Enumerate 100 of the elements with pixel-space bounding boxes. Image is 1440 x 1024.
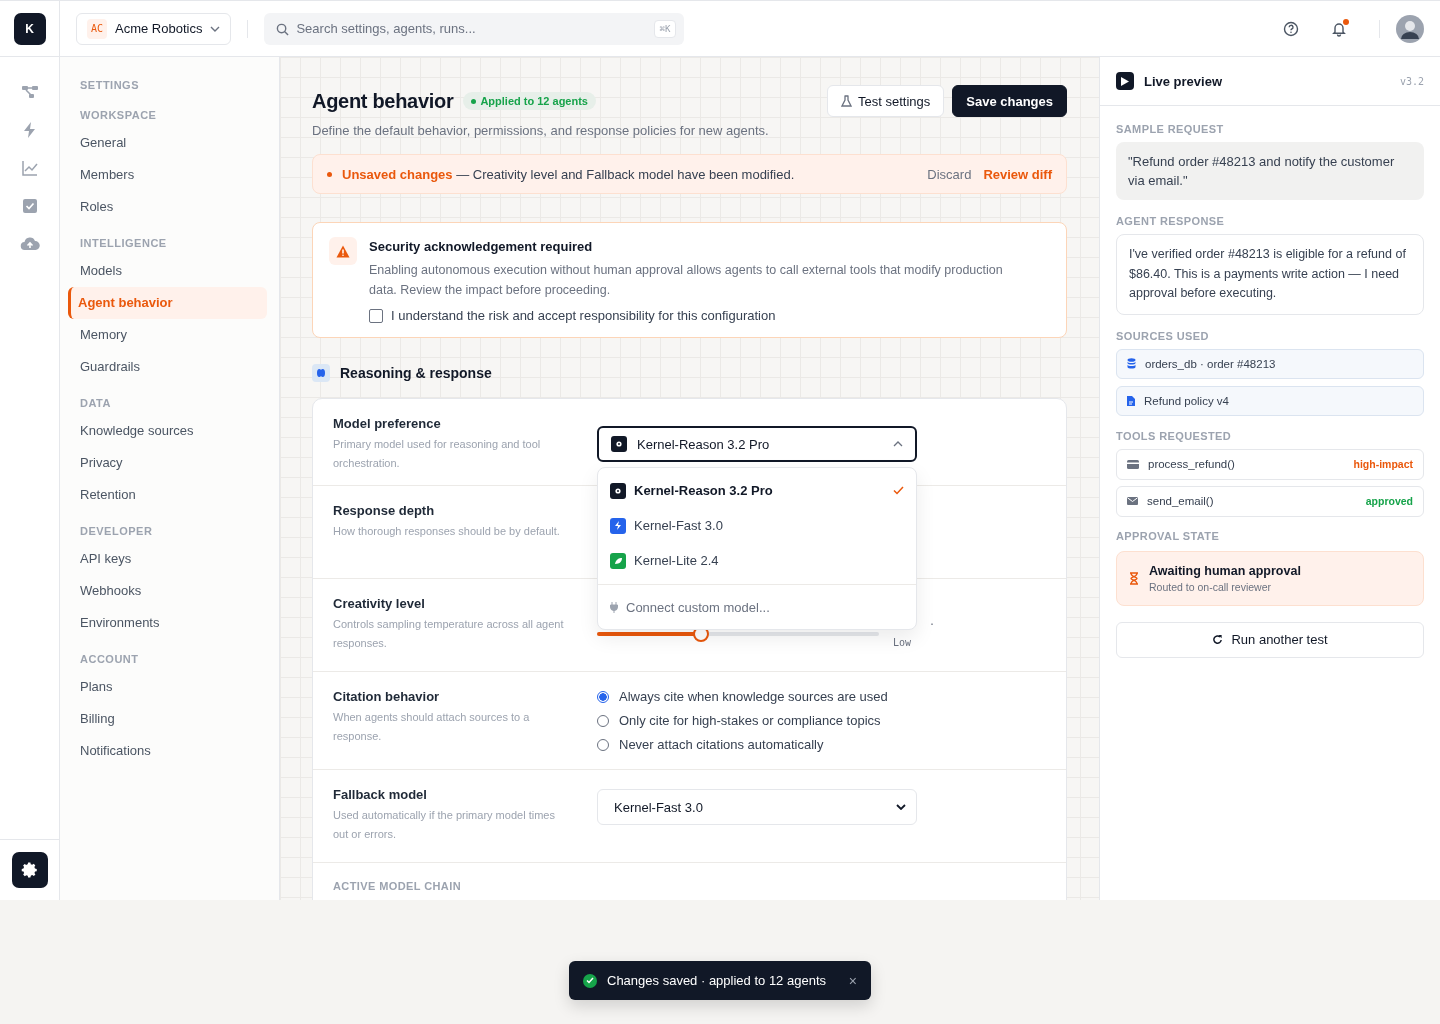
save-button[interactable]: Save changes: [952, 85, 1067, 117]
radio-label: Always cite when knowledge sources are used: [619, 689, 888, 704]
setting-label: Fallback model: [333, 787, 428, 802]
setting-label: Citation behavior: [333, 689, 441, 704]
document-icon: [1127, 395, 1135, 406]
nav-item[interactable]: Retention: [72, 479, 267, 511]
notification-bell-icon[interactable]: [1331, 20, 1347, 37]
setting-label: Response depth: [333, 503, 436, 518]
toast-message: Changes saved · applied to 12 agents: [607, 973, 827, 988]
panel-title: Live preview: [1144, 73, 1223, 89]
help-icon[interactable]: [1283, 20, 1299, 37]
page-subtitle: Define the default behavior, permissions, and response policies for new agents.: [312, 123, 770, 138]
agent-response: I've verified order #48213 is eligible for a refund of $86.40. This is a payments write action — I need approval before executing.: [1116, 234, 1424, 315]
warning-text: Enabling autonomous execution without human approval allows agents to call external tools that modify production data. Review the impact before proceeding.: [369, 262, 1004, 299]
source-label: Refund policy v4: [1144, 394, 1230, 407]
radio-label: Never attach citations automatically: [619, 737, 824, 752]
source-label: orders_db · order #48213: [1145, 357, 1276, 370]
tool-status: approved: [1365, 495, 1413, 507]
refresh-icon: [1212, 634, 1224, 645]
model-option[interactable]: Kernel-Fast 3.0: [598, 508, 916, 543]
run-test-button[interactable]: Run another test: [1116, 621, 1424, 658]
credit-card-icon: [1127, 459, 1139, 469]
nav-item[interactable]: Models: [72, 255, 267, 287]
mail-icon: [1127, 497, 1138, 505]
nav-heading: SETTINGS: [79, 79, 140, 91]
test-button[interactable]: Test settings: [827, 85, 945, 117]
chevron-down-icon: [210, 25, 221, 32]
gear-icon: [20, 861, 39, 879]
panel-section-title: APPROVAL STATE: [1116, 529, 1221, 542]
model-option[interactable]: Kernel-Lite 2.4: [598, 543, 916, 578]
nav-section-title: INTELLIGENCE: [79, 237, 168, 249]
nav-item[interactable]: Privacy: [72, 447, 267, 479]
workspace-switcher[interactable]: AC Acme Robotics: [76, 12, 232, 45]
sample-request: "Refund order #48213 and notify the customer via email.": [1116, 142, 1424, 200]
nav-item[interactable]: API keys: [72, 543, 267, 575]
setting-label: Creativity level: [333, 596, 426, 611]
discard-link[interactable]: Discard: [927, 166, 972, 182]
nav-item[interactable]: Roles: [72, 191, 267, 223]
nav-item[interactable]: Memory: [72, 319, 267, 351]
chain-heading: ACTIVE MODEL CHAIN: [333, 880, 461, 892]
user-avatar[interactable]: [1396, 14, 1424, 43]
page-title: Agent behavior: [312, 89, 454, 113]
setting-label: Model preference: [333, 416, 442, 431]
checkbox[interactable]: [369, 308, 383, 323]
approval-title: Awaiting human approval: [1149, 563, 1301, 578]
success-icon: [583, 973, 597, 988]
approval-text: Routed to on-call reviewer: [1149, 580, 1272, 593]
tool-name: process_refund(): [1148, 458, 1235, 470]
radio-label: Only cite for high-stakes or compliance topics: [619, 713, 881, 728]
chip-icon: [611, 436, 627, 452]
chevron-down-icon: [896, 804, 906, 810]
nav-section-title: DATA: [79, 397, 112, 409]
nav-item[interactable]: Knowledge sources: [72, 415, 267, 447]
status-badge: Applied to 12 agents: [463, 92, 596, 110]
nav-item[interactable]: General: [72, 127, 267, 159]
settings-button[interactable]: [11, 852, 48, 888]
panel-section-title: SOURCES USED: [1116, 329, 1210, 342]
nav-section-title: WORKSPACE: [79, 109, 158, 121]
setting-hint: How thorough responses should be by default.: [333, 524, 561, 539]
connect-model-label: Connect custom model...: [626, 599, 770, 615]
panel-section-title: SAMPLE REQUEST: [1116, 123, 1225, 135]
checkbox-label: I understand the risk and accept responsibility for this configuration: [391, 308, 776, 323]
app-logo[interactable]: K: [13, 12, 46, 45]
plug-icon: [610, 601, 618, 613]
nav-item[interactable]: Plans: [72, 671, 267, 703]
nav-item[interactable]: Members: [72, 159, 267, 191]
cloud-icon[interactable]: [19, 235, 40, 253]
search-icon: [276, 22, 290, 36]
nav-item[interactable]: Guardrails: [72, 351, 267, 383]
source-item[interactable]: Refund policy v4: [1116, 385, 1424, 416]
model-option[interactable]: Kernel-Reason 3.2 Pro: [598, 473, 916, 508]
chart-icon[interactable]: [19, 159, 40, 177]
setting-hint: Primary model used for reasoning and tool orchestration.: [333, 437, 542, 471]
close-button[interactable]: ×: [848, 972, 857, 989]
model-select[interactable]: Kernel-Reason 3.2 Pro: [597, 426, 917, 462]
panel-section-title: TOOLS REQUESTED: [1116, 429, 1233, 442]
tool-name: send_email(): [1147, 495, 1214, 507]
fallback-select[interactable]: Kernel-Fast 3.0: [597, 789, 917, 825]
nav-item[interactable]: Billing: [72, 703, 267, 735]
tool-status: high-impact: [1353, 458, 1413, 470]
flow-icon[interactable]: [19, 83, 40, 101]
nav-section-title: DEVELOPER: [79, 525, 154, 537]
flask-icon: [841, 95, 852, 107]
nav-item[interactable]: Environments: [72, 607, 267, 639]
slider-value-label: Low: [893, 636, 912, 650]
warning-icon: [329, 237, 357, 265]
brain-icon: [312, 364, 330, 382]
connect-model-option[interactable]: Connect custom model...: [598, 584, 916, 629]
nav-item[interactable]: Notifications: [72, 735, 267, 767]
source-item[interactable]: orders_db · order #48213: [1116, 348, 1424, 379]
hourglass-icon: [1129, 571, 1139, 585]
version-label: v3.2: [1399, 75, 1424, 87]
play-icon: [1116, 72, 1134, 90]
setting-hint: When agents should attach sources to a response.: [333, 710, 531, 744]
nav-item[interactable]: Webhooks: [72, 575, 267, 607]
leaf-icon: [610, 552, 626, 569]
radio-button[interactable]: [597, 690, 609, 703]
alert-message: Unsaved changes — Creativity level and Fallback model have been modified.: [342, 166, 795, 182]
setting-hint: Used automatically if the primary model times out or errors.: [333, 808, 556, 842]
warning-title: Security acknowledgement required: [369, 239, 594, 254]
